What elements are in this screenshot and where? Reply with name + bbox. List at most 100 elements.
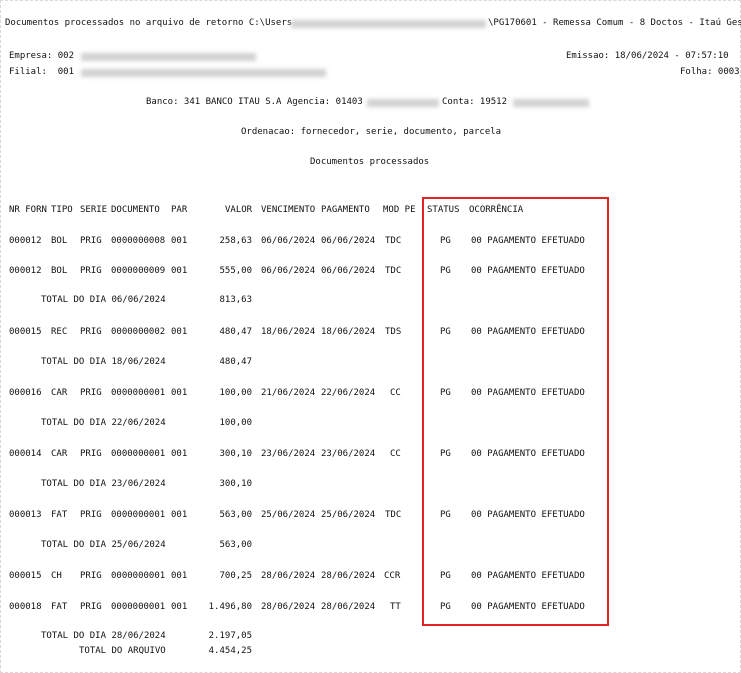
- cell-valor: 563,00: [219, 510, 252, 520]
- cell-serie: PRIG: [80, 510, 102, 520]
- cell-serie: PRIG: [80, 266, 102, 276]
- emissao-label: Emissao: 18/06/2024 - 07:57:10: [566, 51, 729, 61]
- cell-valor: 555,00: [219, 266, 252, 276]
- cell-venc: 06/06/2024: [261, 266, 316, 276]
- cell-serie: PRIG: [80, 449, 102, 459]
- cell-doc: 0000000008: [111, 236, 166, 246]
- cell-tipo: CH: [51, 571, 62, 581]
- cell-tipo: FAT: [51, 602, 68, 612]
- cell-forn: 000012: [9, 266, 42, 276]
- cell-valor: 1.496,80: [208, 602, 252, 612]
- total-valor: 813,63: [219, 295, 252, 305]
- cell-mod: CCR: [384, 571, 401, 581]
- cell-forn: 000015: [9, 327, 42, 337]
- cell-doc: 0000000002: [111, 327, 166, 337]
- total-valor: 300,10: [219, 479, 252, 489]
- cell-mod: TDC: [385, 510, 402, 520]
- cell-venc: 18/06/2024: [261, 327, 316, 337]
- cell-forn: 000014: [9, 449, 42, 459]
- report-subtitle: Documentos processados: [310, 157, 430, 167]
- cell-tipo: CAR: [51, 388, 68, 398]
- cell-doc: 0000000001: [111, 449, 166, 459]
- cell-mod: TDC: [385, 236, 402, 246]
- cell-mod: CC: [390, 449, 401, 459]
- cell-serie: PRIG: [80, 571, 102, 581]
- cell-venc: 23/06/2024: [261, 449, 316, 459]
- cell-pag: 28/06/2024: [321, 571, 376, 581]
- cell-serie: PRIG: [80, 327, 102, 337]
- col-mod-pe: MOD PE: [383, 205, 416, 215]
- redacted-filial-name: [81, 69, 326, 77]
- cell-mod: TDC: [385, 266, 402, 276]
- cell-venc: 28/06/2024: [261, 571, 316, 581]
- cell-forn: 000018: [9, 602, 42, 612]
- redacted-empresa-name: [81, 53, 256, 61]
- col-valor: VALOR: [225, 205, 253, 215]
- cell-par: 001: [171, 571, 188, 581]
- cell-doc: 0000000001: [111, 388, 166, 398]
- col-vencimento: VENCIMENTO: [261, 205, 316, 215]
- redacted-user-path: [291, 20, 486, 28]
- cell-serie: PRIG: [80, 602, 102, 612]
- report-title-right: \PG170601 - Remessa Comum - 8 Doctos - I…: [488, 18, 741, 28]
- total-label: TOTAL DO DIA 18/06/2024: [41, 357, 166, 367]
- col-par: PAR: [171, 205, 188, 215]
- cell-tipo: BOL: [51, 236, 68, 246]
- col-pagamento: PAGAMENTO: [321, 205, 370, 215]
- cell-venc: 21/06/2024: [261, 388, 316, 398]
- cell-pag: 25/06/2024: [321, 510, 376, 520]
- cell-serie: PRIG: [80, 388, 102, 398]
- report-page: Documentos processados no arquivo de ret…: [0, 0, 741, 673]
- cell-mod: TDS: [385, 327, 402, 337]
- cell-valor: 300,10: [219, 449, 252, 459]
- cell-doc: 0000000009: [111, 266, 166, 276]
- total-label: TOTAL DO DIA 06/06/2024: [41, 295, 166, 305]
- redacted-agencia: [367, 99, 439, 107]
- cell-doc: 0000000001: [111, 571, 166, 581]
- cell-mod: TT: [390, 602, 401, 612]
- cell-par: 001: [171, 388, 188, 398]
- cell-pag: 06/06/2024: [321, 236, 376, 246]
- cell-tipo: REC: [51, 327, 68, 337]
- cell-par: 001: [171, 327, 188, 337]
- total-label: TOTAL DO DIA 23/06/2024: [41, 479, 166, 489]
- highlight-box: [422, 197, 609, 626]
- cell-par: 001: [171, 236, 188, 246]
- cell-forn: 000016: [9, 388, 42, 398]
- conta-label: Conta: 19512: [442, 97, 508, 107]
- filial-label: Filial: 001: [9, 67, 75, 77]
- total-label: TOTAL DO DIA 25/06/2024: [41, 540, 166, 550]
- cell-valor: 700,25: [219, 571, 252, 581]
- cell-par: 001: [171, 510, 188, 520]
- redacted-conta: [513, 99, 589, 107]
- cell-mod: CC: [390, 388, 401, 398]
- cell-pag: 22/06/2024: [321, 388, 376, 398]
- cell-venc: 25/06/2024: [261, 510, 316, 520]
- cell-valor: 258,63: [219, 236, 252, 246]
- total-valor: 563,00: [219, 540, 252, 550]
- cell-pag: 18/06/2024: [321, 327, 376, 337]
- cell-pag: 23/06/2024: [321, 449, 376, 459]
- col-tipo: TIPO: [51, 205, 73, 215]
- cell-tipo: CAR: [51, 449, 68, 459]
- cell-serie: PRIG: [80, 236, 102, 246]
- cell-doc: 0000000001: [111, 510, 166, 520]
- total-valor: 100,00: [219, 418, 252, 428]
- total-arquivo-valor: 4.454,25: [208, 646, 252, 656]
- col-nr-forn: NR FORN: [9, 205, 47, 215]
- cell-valor: 100,00: [219, 388, 252, 398]
- cell-venc: 06/06/2024: [261, 236, 316, 246]
- cell-tipo: BOL: [51, 266, 68, 276]
- cell-par: 001: [171, 449, 188, 459]
- cell-valor: 480,47: [219, 327, 252, 337]
- cell-forn: 000015: [9, 571, 42, 581]
- cell-venc: 28/06/2024: [261, 602, 316, 612]
- total-valor: 480,47: [219, 357, 252, 367]
- cell-par: 001: [171, 266, 188, 276]
- col-serie: SERIE: [80, 205, 108, 215]
- cell-par: 001: [171, 602, 188, 612]
- cell-pag: 06/06/2024: [321, 266, 376, 276]
- total-label: TOTAL DO DIA 28/06/2024: [41, 631, 166, 641]
- total-arquivo-label: TOTAL DO ARQUIVO: [79, 646, 166, 656]
- cell-forn: 000013: [9, 510, 42, 520]
